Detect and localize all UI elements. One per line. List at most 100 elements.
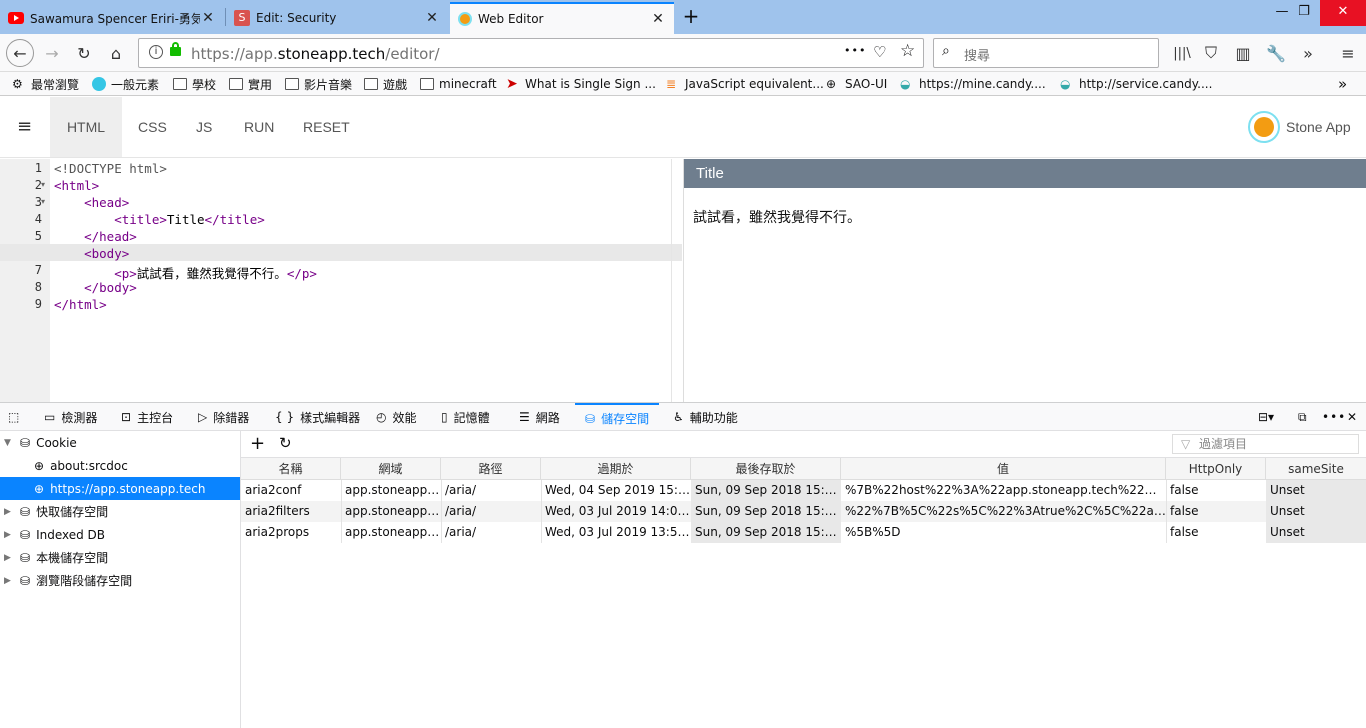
brand-name[interactable]: Stone App (1286, 119, 1351, 135)
devtools-tab-performance[interactable]: ◴ 效能 (376, 403, 417, 431)
column-header[interactable]: sameSite (1266, 458, 1366, 480)
reload-button[interactable]: ↻ (70, 39, 98, 67)
devtools-tab-network[interactable]: ☰ 網路 (519, 403, 560, 431)
devtools-close-button[interactable]: ✕ (1347, 403, 1363, 431)
tab-web-editor[interactable]: Web Editor ✕ (450, 2, 674, 34)
back-button[interactable]: ← (6, 39, 34, 67)
table-cell: Wed, 03 Jul 2019 13:55:20 GMT (545, 525, 691, 539)
devtools-tab-storage[interactable]: ⛁ 儲存空間 (575, 403, 660, 432)
tab-js[interactable]: JS (196, 97, 212, 157)
pick-element-button[interactable]: ⬚ (8, 403, 25, 431)
devtools-tab-inspector[interactable]: ▭ 檢測器 (44, 403, 97, 431)
bookmark-folder-school[interactable]: 學校 (173, 76, 216, 92)
pocket-icon[interactable]: ♡ (873, 43, 886, 61)
column-header[interactable]: 過期於 (541, 458, 691, 480)
bookmark-service-candy[interactable]: ◒ http://service.candy.... (1060, 76, 1212, 92)
ublock-button[interactable]: ⛉ (1197, 39, 1225, 67)
code-token: <head> (84, 195, 130, 210)
folder-icon (364, 78, 378, 90)
home-button[interactable]: ⌂ (102, 39, 130, 67)
column-header[interactable]: 路徑 (441, 458, 541, 480)
separate-window-button[interactable]: ⧉ (1298, 403, 1313, 431)
tab-html[interactable]: HTML (50, 97, 122, 157)
tree-item-about-srcdoc[interactable]: ⊕ about:srcdoc (0, 454, 240, 477)
bookmark-star-icon[interactable]: ☆ (900, 41, 915, 61)
filter-input[interactable]: ▽ 過濾項目 (1172, 434, 1359, 454)
tab-youtube[interactable]: Sawamura Spencer Eriri-勇気 ✕ (0, 2, 224, 34)
web-editor-app: ≡ HTML CSS JS RUN RESET Stone App 1 2 ▾ … (0, 97, 1366, 402)
bookmark-sao-ui[interactable]: ⊕ SAO-UI (826, 76, 887, 92)
bookmark-folder-games[interactable]: 遊戲 (364, 76, 407, 92)
table-header: 名稱 網域 路徑 過期於 最後存取於 值 HttpOnly sameSite (241, 458, 1366, 480)
table-row[interactable]: aria2filters app.stoneapp.tech /aria/ We… (241, 501, 1366, 522)
tab-security[interactable]: S Edit: Security ✕ (226, 2, 448, 34)
bookmarks-overflow-button[interactable]: » (1338, 75, 1347, 93)
bookmark-stackoverflow[interactable]: ≣ JavaScript equivalent... (666, 76, 824, 92)
bookmark-mine-candy[interactable]: ◒ https://mine.candy.... (900, 76, 1046, 92)
bookmark-most-visited[interactable]: ⚙ 最常瀏覽 (12, 76, 79, 92)
close-icon[interactable]: ✕ (424, 10, 440, 26)
column-header[interactable]: HttpOnly (1166, 458, 1266, 480)
tree-item-cookie[interactable]: ▼ ⛁ Cookie (0, 431, 240, 454)
table-row[interactable]: aria2props app.stoneapp.tech /aria/ Wed,… (241, 522, 1366, 543)
devtools-tab-debugger[interactable]: ▷ 除錯器 (198, 403, 249, 431)
window-close-button[interactable]: ✕ (1320, 0, 1366, 26)
column-header[interactable]: 網域 (341, 458, 441, 480)
code-token: <p> (114, 266, 137, 281)
url-bar[interactable]: i https://app.stoneapp.tech/editor/ ••• … (138, 38, 924, 68)
s-logo-icon: S (234, 10, 250, 26)
wrench-button[interactable]: 🔧 (1262, 39, 1290, 67)
restore-button[interactable]: ❐ (1284, 0, 1324, 26)
tree-item-indexed-db[interactable]: ▶ ⛁ Indexed DB (0, 523, 240, 546)
table-row[interactable]: aria2conf app.stoneapp.tech /aria/ Wed, … (241, 480, 1366, 501)
table-cell: app.stoneapp.tech (345, 525, 441, 539)
tree-item-session-storage[interactable]: ▶ ⛁ 瀏覽階段儲存空間 (0, 569, 240, 592)
cookie-table-panel: + ↻ ▽ 過濾項目 名稱 網域 路徑 過期於 最後存取於 值 HttpOnly… (241, 431, 1366, 728)
tree-item-stoneapp[interactable]: ⊕ https://app.stoneapp.tech (0, 477, 240, 500)
tree-item-local-storage[interactable]: ▶ ⛁ 本機儲存空間 (0, 546, 240, 569)
collapsed-arrow-icon[interactable]: ▶ (4, 553, 16, 563)
collapsed-arrow-icon[interactable]: ▶ (4, 576, 16, 586)
tab-css[interactable]: CSS (138, 97, 167, 157)
tree-item-cache-storage[interactable]: ▶ ⛁ 快取儲存空間 (0, 500, 240, 523)
add-item-button[interactable]: + (250, 433, 265, 454)
code-token: <html> (54, 178, 100, 193)
bookmark-folder-minecraft[interactable]: minecraft (420, 76, 497, 92)
column-header[interactable]: 最後存取於 (691, 458, 841, 480)
tab-run[interactable]: RUN (244, 97, 274, 157)
devtools-tab-console[interactable]: ⊡ 主控台 (121, 403, 173, 431)
bookmark-folder-media[interactable]: 影片音樂 (285, 76, 352, 92)
devtools-tab-memory[interactable]: ▯ 記憶體 (441, 403, 490, 431)
column-header[interactable]: 名稱 (241, 458, 341, 480)
bookmark-sso[interactable]: ➤ What is Single Sign ... (506, 76, 656, 92)
close-icon[interactable]: ✕ (200, 10, 216, 26)
table-cell: app.stoneapp.tech (345, 504, 441, 518)
forward-button[interactable]: → (38, 39, 66, 67)
accessibility-icon: ♿ (673, 410, 684, 424)
search-input[interactable]: 搜尋 (964, 45, 990, 64)
collapsed-arrow-icon[interactable]: ▶ (4, 507, 16, 517)
sidebar-button[interactable]: ▥ (1229, 39, 1257, 67)
code-token: <title> (114, 212, 167, 227)
bookmark-general[interactable]: 一般元素 (92, 76, 159, 92)
bookmark-folder-useful[interactable]: 實用 (229, 76, 272, 92)
tab-reset[interactable]: RESET (303, 97, 350, 157)
library-button[interactable]: |||\ (1168, 39, 1196, 67)
code-editor[interactable]: <!DOCTYPE html> <html> <head> <title>Tit… (0, 159, 670, 402)
devtools-tab-accessibility[interactable]: ♿ 輔助功能 (673, 403, 738, 431)
close-icon[interactable]: ✕ (650, 11, 666, 27)
info-icon[interactable]: i (149, 45, 163, 59)
collapsed-arrow-icon[interactable]: ▶ (4, 530, 16, 540)
devtools-tab-style-editor[interactable]: { } 樣式編輯器 (275, 403, 360, 431)
hamburger-icon[interactable]: ≡ (17, 116, 32, 137)
dock-side-button[interactable]: ⊟▾ (1258, 403, 1280, 431)
expanded-arrow-icon[interactable]: ▼ (4, 438, 16, 448)
search-bar[interactable]: ⌕ 搜尋 (933, 38, 1159, 68)
page-actions-button[interactable]: ••• (844, 44, 866, 57)
column-header[interactable]: 值 (841, 458, 1166, 480)
database-icon: ⛁ (20, 550, 31, 565)
new-tab-button[interactable]: + (680, 4, 702, 28)
menu-button[interactable]: ≡ (1334, 39, 1362, 67)
overflow-button[interactable]: » (1294, 39, 1322, 67)
refresh-button[interactable]: ↻ (279, 434, 292, 452)
